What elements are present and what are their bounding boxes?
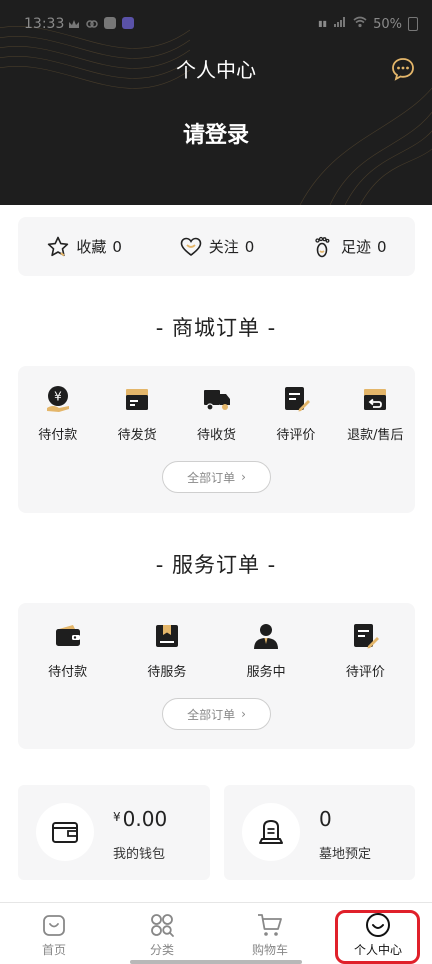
message-button[interactable] [390,56,416,82]
status-notification-icons [68,17,134,29]
cart-icon [258,914,282,936]
crown-icon [68,18,80,28]
home-bag-icon [43,915,65,936]
service-item-label: 待付款 [48,665,88,680]
review-pen-icon [284,387,310,412]
tab-label: 首页 [41,943,66,957]
heart-icon [180,237,202,256]
wallet-icon [55,625,80,646]
status-right-icons: ▮▮ 50% [318,16,418,32]
service-orders-title: - 服务订单 - [155,553,277,577]
play-icon [122,17,134,29]
all-orders-label: 全部订单 [187,470,236,485]
app-notification-icon [104,17,116,29]
status-time: 13:33 [24,16,65,32]
chat-bubble-icon [392,58,414,81]
mall-item-label: 退款/售后 [347,428,404,443]
service-item-label: 服务中 [246,665,286,680]
mall-item-label: 待评价 [276,428,316,443]
service-pending-payment[interactable]: 待付款 [18,621,117,680]
signal-icon [333,16,347,32]
service-in-progress[interactable]: 服务中 [217,621,316,680]
service-orders-row: 待付款 待服务 服务中 待评价 [18,621,415,680]
my-wallet-card[interactable]: ¥0.00 我的钱包 [18,785,210,880]
wallet-label: 我的钱包 [113,847,166,862]
category-icon [151,914,174,937]
mall-refund-aftersale[interactable]: 退款/售后 [336,384,415,443]
service-box-icon [155,625,178,647]
wallet-outline-icon [52,822,78,843]
review-pen-icon [354,624,380,649]
tab-home[interactable]: 首页 [0,903,108,964]
mall-orders-title: - 商城订单 - [155,316,277,340]
following-stat[interactable]: 关注 0 [150,235,282,259]
mall-all-orders-button[interactable]: 全部订单 › [162,461,271,493]
star-icon [48,236,69,256]
box-icon [126,389,149,410]
wallet-amount: 0.00 [122,807,168,831]
following-count: 0 [244,237,255,256]
favorites-count: 0 [112,237,122,256]
mall-item-label: 待付款 [38,428,78,443]
wallet-balance: ¥0.00 [113,807,167,831]
network-speed-icon: ▮▮ [318,19,328,28]
mall-orders-row: ¥ 待付款 待发货 待收货 待评价 退款/售后 [18,384,415,443]
reservation-count: 0 [319,807,332,831]
mall-item-label: 待收货 [197,428,237,443]
footprint-icon [315,236,330,257]
footprints-stat[interactable]: 足迹 0 [283,235,415,259]
tombstone-icon [259,819,283,844]
tab-label: 分类 [149,943,174,957]
all-orders-label: 全部订单 [187,707,236,722]
chevron-right-icon: › [241,470,246,484]
currency-symbol: ¥ [113,810,121,824]
service-pending-service[interactable]: 待服务 [117,621,216,680]
quick-stats-bar: 收藏 0 关注 0 足迹 0 [18,217,415,276]
mall-pending-shipment[interactable]: 待发货 [97,384,176,443]
mall-orders-card: ¥ 待付款 待发货 待收货 待评价 退款/售后 全部订单 › [18,366,415,513]
status-bar: 13:33 ▮▮ 50% [0,14,432,38]
profile-header: 13:33 ▮▮ 50% 个人中心 请登录 [0,0,432,205]
favorites-label: 收藏 [76,238,107,256]
tab-label: 购物车 [251,943,288,957]
tombstone-icon-circle [242,803,300,861]
battery-text: 50% [373,16,402,32]
mall-pending-receipt[interactable]: 待收货 [177,384,256,443]
wifi-icon [353,16,367,32]
tab-cart[interactable]: 购物车 [216,903,324,964]
reservation-label: 墓地预定 [319,847,372,862]
service-item-label: 待评价 [345,665,385,680]
person-icon [254,624,279,649]
chevron-right-icon: › [241,707,246,721]
login-prompt[interactable]: 请登录 [0,117,432,149]
yuan-hand-icon: ¥ [46,386,69,412]
mall-pending-review[interactable]: 待评价 [256,384,335,443]
link-icon [86,18,98,28]
home-indicator [130,960,302,964]
truck-icon [203,390,230,411]
footprints-count: 0 [377,237,387,256]
mall-item-label: 待发货 [117,428,157,443]
favorites-stat[interactable]: 收藏 0 [18,235,150,259]
service-all-orders-button[interactable]: 全部订单 › [162,698,271,730]
wallet-icon-circle [36,803,94,861]
page-title: 个人中心 [176,58,256,82]
active-tab-highlight [335,910,420,964]
mall-pending-payment[interactable]: ¥ 待付款 [18,384,97,443]
battery-icon [408,17,418,31]
service-pending-review[interactable]: 待评价 [316,621,415,680]
tab-category[interactable]: 分类 [108,903,216,964]
svg-text:¥: ¥ [54,390,62,404]
cemetery-reservation-card[interactable]: 0 墓地预定 [224,785,415,880]
following-label: 关注 [208,238,239,256]
return-box-icon [364,389,387,410]
footprints-label: 足迹 [341,238,372,256]
service-orders-card: 待付款 待服务 服务中 待评价 全部订单 › [18,603,415,749]
service-item-label: 待服务 [147,665,187,680]
